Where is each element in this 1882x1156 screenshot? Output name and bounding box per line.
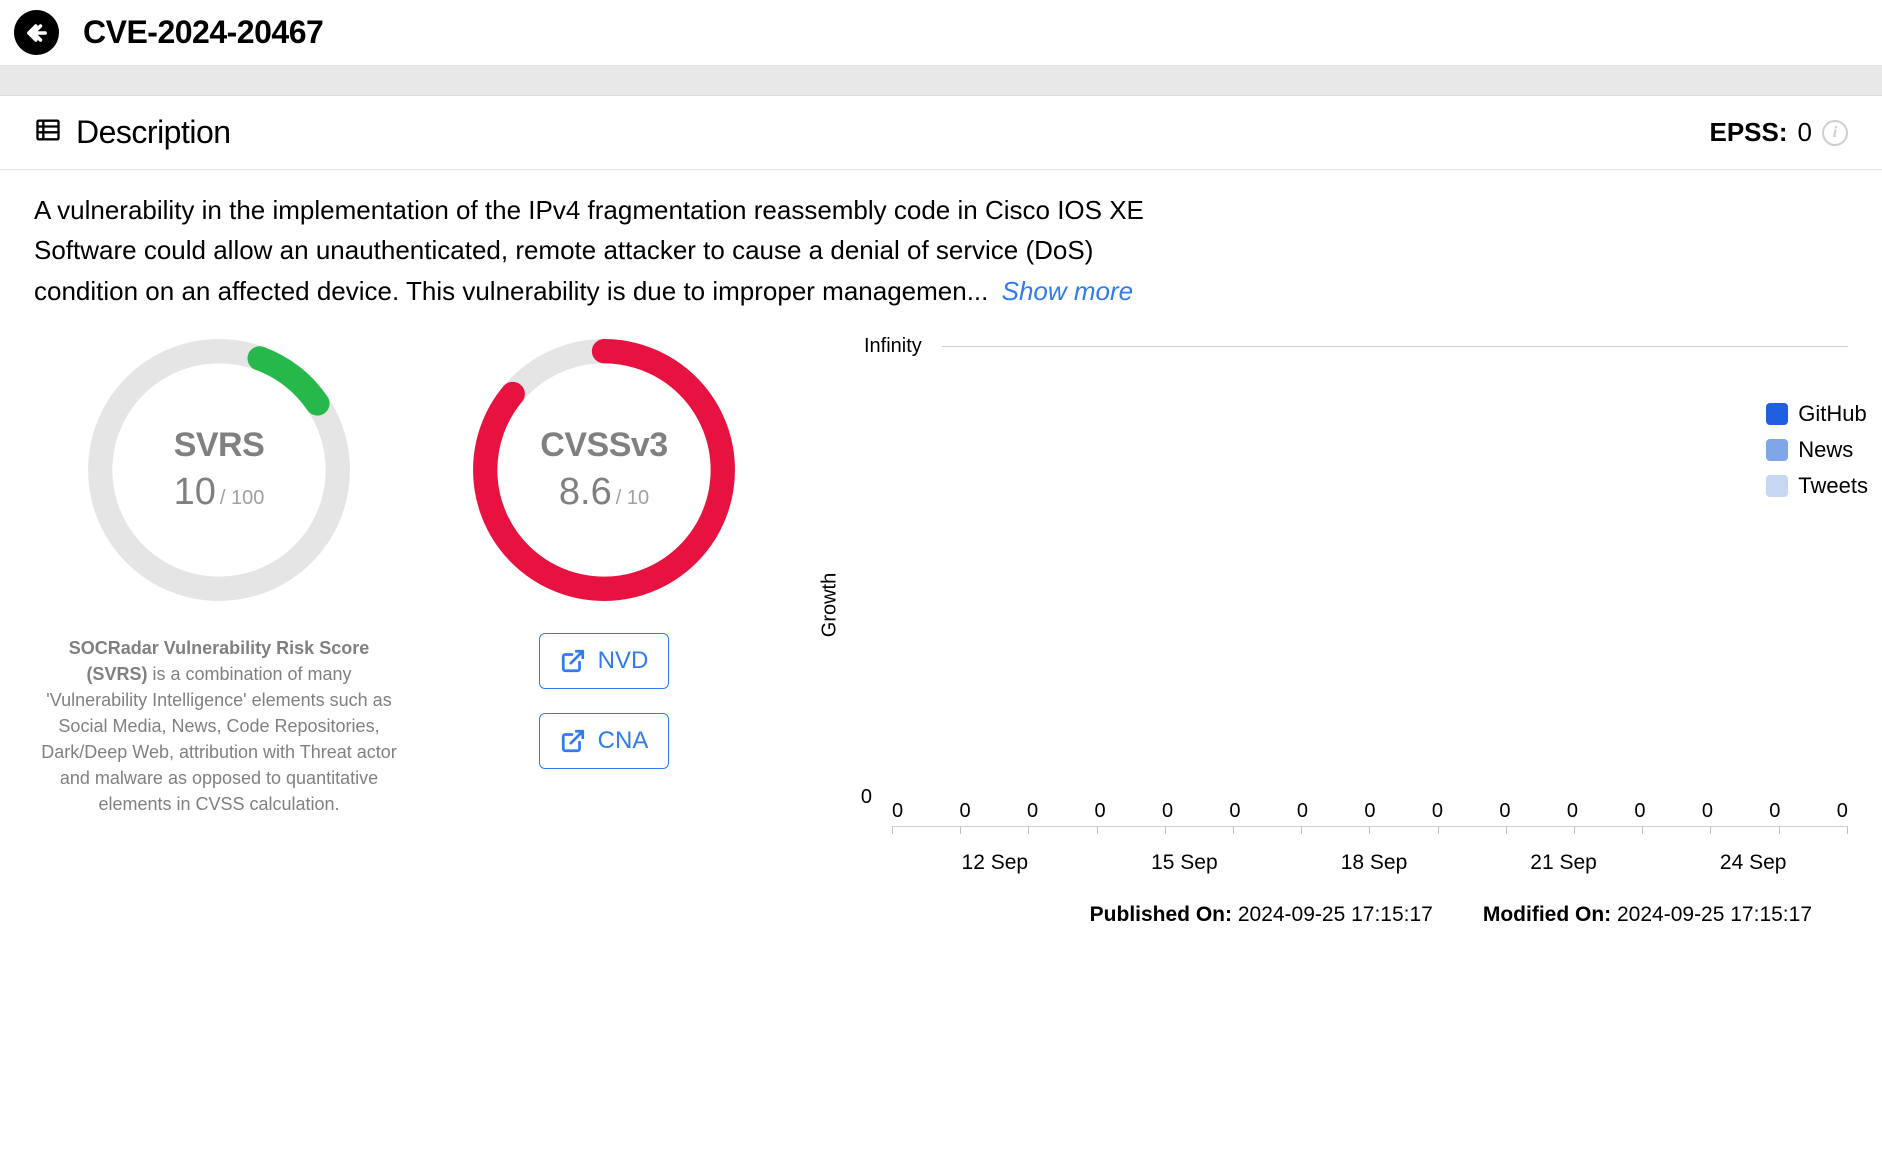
svrs-name: SVRS — [174, 426, 265, 465]
x-tick-label: 24 Sep — [1658, 851, 1848, 875]
chart-bar: 0 — [1769, 800, 1780, 823]
cve-id-title: CVE-2024-20467 — [83, 14, 323, 51]
chart-bar: 0 — [959, 800, 970, 823]
chart-bar: 0 — [1837, 800, 1848, 823]
cvss-gauge: CVSSv3 8.6 / 10 — [469, 335, 739, 605]
arrow-left-icon — [23, 19, 51, 47]
chart-bar: 0 — [1364, 800, 1375, 823]
chart-bar: 0 — [1297, 800, 1308, 823]
nvd-link-button[interactable]: NVD — [539, 633, 669, 689]
external-link-icon — [560, 648, 586, 674]
growth-chart: Growth Infinity 0 000000000000000 12 Sep… — [804, 335, 1848, 875]
chart-gridline-top — [942, 346, 1848, 347]
legend-swatch-icon — [1766, 475, 1788, 497]
svrs-desc-body: is a combination of many 'Vulnerability … — [41, 664, 397, 814]
chart-bars: 0 0 0 0 0 0 0 0 0 0 0 0 0 0 0 — [892, 800, 1848, 827]
chart-bar: 0 — [1499, 800, 1510, 823]
chart-bar: 0 — [1027, 800, 1038, 823]
show-more-link[interactable]: Show more — [1002, 276, 1134, 306]
svrs-gauge-column: SVRS 10 / 100 SOCRadar Vulnerability Ris… — [34, 335, 404, 875]
svrs-gauge: SVRS 10 / 100 — [84, 335, 354, 605]
chart-bar: 0 — [1229, 800, 1240, 823]
legend-label: GitHub — [1798, 401, 1866, 427]
legend-swatch-icon — [1766, 439, 1788, 461]
cvss-value: 8.6 — [559, 471, 612, 514]
x-tick-label: 15 Sep — [1090, 851, 1280, 875]
description-body: A vulnerability in the implementation of… — [34, 195, 1144, 306]
list-icon — [34, 116, 62, 149]
chart-bar: 0 — [1162, 800, 1173, 823]
x-tick-label: 21 Sep — [1469, 851, 1659, 875]
svrs-value: 10 — [174, 471, 216, 514]
nvd-label: NVD — [598, 647, 649, 675]
external-link-icon — [560, 728, 586, 754]
legend-label: Tweets — [1798, 473, 1868, 499]
legend-item-tweets[interactable]: Tweets — [1766, 473, 1868, 499]
cvss-max: / 10 — [616, 487, 649, 510]
section-title: Description — [76, 114, 231, 151]
cvss-gauge-column: CVSSv3 8.6 / 10 NVD CNA — [444, 335, 764, 875]
chart-y-axis-label: Growth — [819, 573, 842, 637]
legend-swatch-icon — [1766, 403, 1788, 425]
cna-link-button[interactable]: CNA — [539, 713, 669, 769]
epss-score: EPSS: 0 i — [1710, 117, 1849, 148]
epss-label: EPSS: — [1710, 117, 1788, 148]
chart-bar: 0 — [1634, 800, 1645, 823]
cna-label: CNA — [598, 727, 649, 755]
info-icon[interactable]: i — [1822, 120, 1848, 146]
chart-bar: 0 — [1567, 800, 1578, 823]
modified-on-label: Modified On: — [1483, 903, 1611, 926]
footer-timestamps: Published On: 2024-09-25 17:15:17 Modifi… — [0, 875, 1882, 937]
chart-y-bottom-label: 0 — [814, 786, 872, 835]
chart-legend: GitHub News Tweets — [1766, 401, 1868, 499]
modified-on-value: 2024-09-25 17:15:17 — [1617, 903, 1812, 926]
legend-item-news[interactable]: News — [1766, 437, 1868, 463]
x-tick-label: 12 Sep — [900, 851, 1090, 875]
svrs-description: SOCRadar Vulnerability Risk Score (SVRS)… — [34, 635, 404, 818]
description-section-header: Description EPSS: 0 i — [0, 96, 1882, 170]
chart-y-top-label: Infinity — [864, 335, 922, 358]
legend-item-github[interactable]: GitHub — [1766, 401, 1868, 427]
chart-bar: 0 — [1702, 800, 1713, 823]
epss-value: 0 — [1798, 117, 1812, 148]
vulnerability-description: A vulnerability in the implementation of… — [0, 170, 1200, 335]
chart-bar: 0 — [1432, 800, 1443, 823]
chart-x-axis-labels: 12 Sep15 Sep18 Sep21 Sep24 Sep — [864, 835, 1848, 875]
published-on-label: Published On: — [1090, 903, 1232, 926]
chart-bar: 0 — [892, 800, 903, 823]
svrs-max: / 100 — [220, 487, 264, 510]
page-header: CVE-2024-20467 — [0, 0, 1882, 66]
published-on-value: 2024-09-25 17:15:17 — [1238, 903, 1433, 926]
back-button[interactable] — [14, 10, 59, 55]
chart-bar: 0 — [1094, 800, 1105, 823]
separator-bar — [0, 66, 1882, 96]
legend-label: News — [1798, 437, 1853, 463]
cvss-name: CVSSv3 — [540, 426, 667, 465]
x-tick-label: 18 Sep — [1279, 851, 1469, 875]
